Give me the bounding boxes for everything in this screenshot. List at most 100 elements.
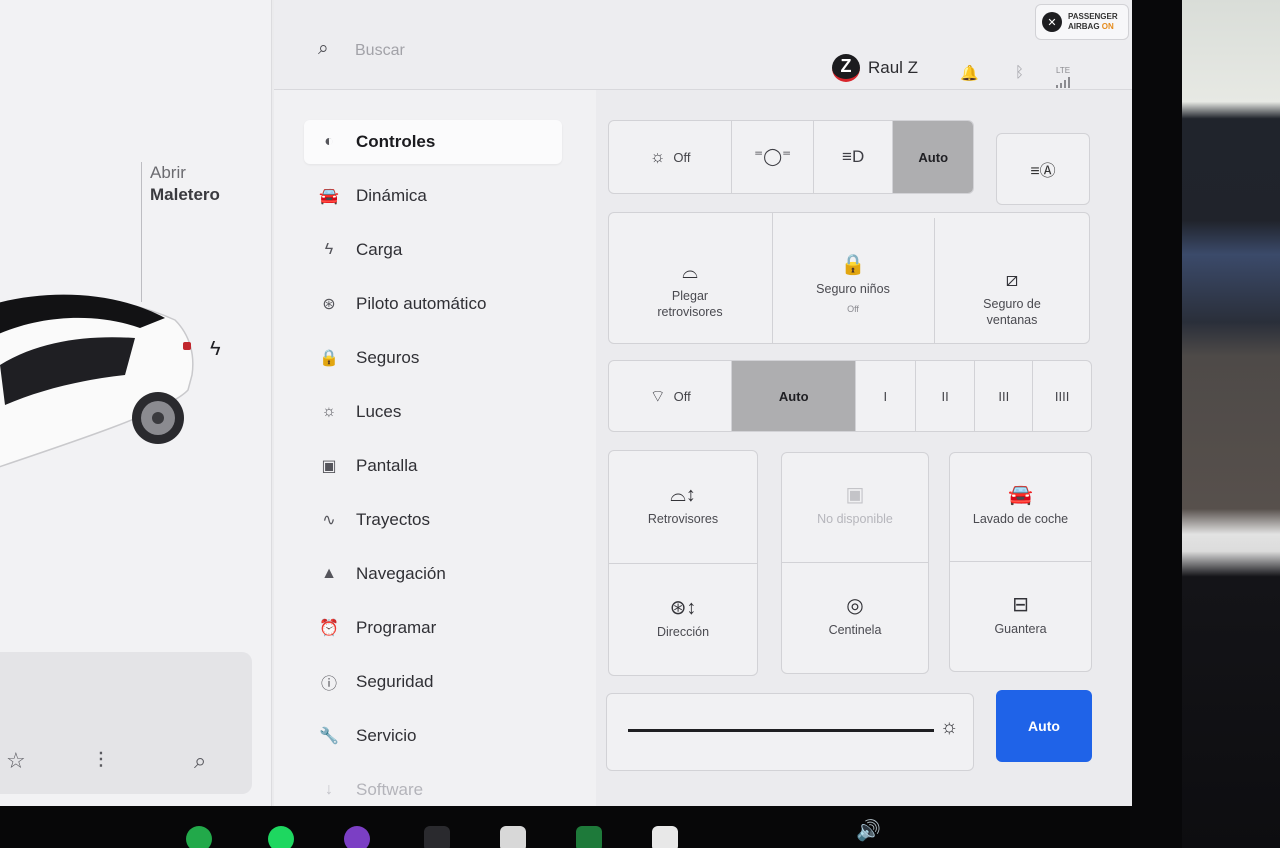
headlights-off-button[interactable]: ☼ Off: [609, 121, 733, 193]
menu-item-label: Seguros: [356, 348, 420, 367]
brightness-auto-button[interactable]: Auto: [996, 690, 1092, 762]
more-apps-icon[interactable]: [424, 826, 450, 848]
mirror-adjust-icon: ⌓↕: [670, 483, 696, 506]
brightness-slider-card: [606, 693, 974, 771]
download-icon: ↓: [325, 781, 333, 798]
driver-profile[interactable]: Z Raul Z: [832, 54, 918, 82]
headlight-selector: ☼ Off ⁼◯⁼ ≡D Auto: [608, 120, 974, 194]
sun-icon: ☼: [649, 147, 666, 166]
volume-icon[interactable]: 🔊: [856, 818, 881, 843]
search-icon[interactable]: ⌕: [194, 748, 206, 774]
display-icon: ▣: [321, 458, 337, 475]
wiper-icon: ⌔: [649, 386, 666, 406]
car-image: [0, 294, 194, 468]
unavailable-label: No disponible: [817, 512, 893, 526]
sliders-icon[interactable]: ⫶: [98, 748, 104, 774]
profile-name: Raul Z: [868, 58, 919, 77]
trunk-label: Maletero: [150, 185, 220, 204]
wiper-speed-1-button[interactable]: I: [856, 361, 916, 431]
menu-item-piloto-automatico[interactable]: ⊛ Piloto automático: [304, 282, 562, 326]
menu-item-navegacion[interactable]: ▲ Navegación: [304, 552, 562, 596]
steering-wheel-icon: ⊛↕: [669, 596, 697, 619]
sun-icon: ☼: [321, 403, 337, 420]
wiper-speed-3-button[interactable]: III: [975, 361, 1034, 431]
menu-item-carga[interactable]: ϟ Carga: [304, 228, 562, 272]
unavailable-tile: ▣ No disponible: [781, 452, 929, 562]
steering-adjust-button[interactable]: ⊛↕ Dirección: [608, 563, 758, 676]
spotify-icon[interactable]: [268, 826, 294, 848]
lightning-icon: ϟ: [324, 241, 334, 258]
airbag-state: ON: [1101, 22, 1114, 31]
toggle-icon: ◐: [324, 133, 334, 150]
calendar-icon[interactable]: [652, 826, 678, 848]
open-trunk-button[interactable]: Abrir Maletero: [150, 162, 220, 206]
app-tray: [0, 652, 252, 794]
fold-mirrors-button[interactable]: ⌓ Plegar retrovisores: [608, 212, 772, 372]
open-trunk-label: Abrir: [150, 163, 186, 182]
wiper-speed-2-button[interactable]: II: [916, 361, 976, 431]
profile-logo: Z: [832, 54, 860, 82]
sentry-mode-button[interactable]: ◎ Centinela: [781, 562, 929, 674]
airbag-line2: AIRBAG: [1068, 22, 1100, 31]
brightness-slider[interactable]: [628, 729, 934, 732]
child-lock-label: Seguro niños: [816, 282, 890, 296]
charge-port-lightning-icon[interactable]: ϟ: [210, 338, 221, 361]
window-lock-icon: ⧄: [1005, 269, 1019, 291]
mirror-adjust-button[interactable]: ⌓↕ Retrovisores: [608, 450, 758, 563]
menu-item-label: Piloto automático: [356, 294, 487, 313]
low-beam-button[interactable]: ≡D: [814, 121, 894, 193]
menu-item-label: Trayectos: [356, 510, 431, 529]
menu-item-label: Luces: [356, 402, 402, 421]
menu-item-dinamica[interactable]: 🚘 Dinámica: [304, 174, 562, 218]
search-icon: ⌕: [318, 38, 329, 59]
star-icon[interactable]: ☆: [6, 748, 26, 774]
sentry-icon: ◎: [846, 595, 864, 617]
touchscreen: Abrir Maletero ϟ ☆ ⫶ ⌕ ⌕ Z Raul Z 🔔 ᛒ LT…: [0, 0, 1132, 806]
energy-app-icon[interactable]: [576, 826, 602, 848]
wipers-auto-button[interactable]: Auto: [732, 361, 856, 431]
menu-item-label: Seguridad: [356, 672, 434, 691]
menu-item-software[interactable]: ↓ Software: [304, 768, 562, 806]
menu-item-label: Navegación: [356, 564, 446, 583]
headlights-auto-button[interactable]: Auto: [893, 121, 973, 193]
menu-item-seguridad[interactable]: ⓘ Seguridad: [304, 660, 562, 704]
wipers-off-label: Off: [673, 388, 691, 404]
menu-item-label: Programar: [356, 618, 437, 637]
menu-item-servicio[interactable]: 🔧 Servicio: [304, 714, 562, 758]
lock-icon: 🔒: [319, 350, 339, 367]
trips-icon: ∿: [322, 512, 336, 529]
auto-high-beam-icon: ≡Ⓐ: [1030, 163, 1056, 180]
menu-item-pantalla[interactable]: ▣ Pantalla: [304, 444, 562, 488]
media-icon[interactable]: [344, 826, 370, 848]
wiper-selector: ⌔ Off Auto I II III IIII: [608, 360, 1092, 432]
wipers-auto-label: Auto: [778, 388, 809, 404]
menu-item-label: Controles: [356, 132, 436, 151]
child-lock-button[interactable]: 🔒 Seguro niños Off: [772, 212, 934, 362]
manual-icon[interactable]: [500, 826, 526, 848]
menu-item-trayectos[interactable]: ∿ Trayectos: [304, 498, 562, 542]
child-lock-icon: 🔒: [840, 254, 866, 276]
bell-icon[interactable]: 🔔: [960, 64, 979, 82]
glovebox-icon: ⊟: [1012, 593, 1029, 616]
menu-item-programar[interactable]: ⏰ Programar: [304, 606, 562, 650]
background-car-interior: [1180, 0, 1280, 848]
bluetooth-icon[interactable]: ᛒ: [1015, 64, 1024, 81]
menu-item-luces[interactable]: ☼ Luces: [304, 390, 562, 434]
fold-mirrors-label: Plegar retrovisores: [657, 289, 723, 319]
wipers-off-button[interactable]: ⌔ Off: [609, 361, 733, 431]
window-lock-button[interactable]: ⧄ Seguro de ventanas: [934, 220, 1090, 380]
wiper-speed-4-button[interactable]: IIII: [1033, 361, 1091, 431]
glovebox-button[interactable]: ⊟ Guantera: [949, 561, 1092, 672]
auto-high-beam-button[interactable]: ≡Ⓐ: [996, 133, 1090, 205]
wiper-speed-1-label: I: [883, 388, 888, 404]
search-input[interactable]: [355, 38, 655, 64]
menu-item-controles[interactable]: ◐ Controles: [304, 120, 562, 164]
car-wash-button[interactable]: 🚘 Lavado de coche: [949, 452, 1092, 561]
passenger-airbag-indicator: ✕ PASSENGER AIRBAG ON: [1035, 4, 1129, 40]
menu-item-seguros[interactable]: 🔒 Seguros: [304, 336, 562, 380]
brightness-sun-icon: ☼: [940, 716, 959, 738]
phone-icon[interactable]: [186, 826, 212, 848]
steering-adjust-label: Dirección: [656, 624, 710, 639]
steering-wheel-icon: ⊛: [322, 296, 336, 313]
parking-lights-button[interactable]: ⁼◯⁼: [732, 121, 814, 193]
